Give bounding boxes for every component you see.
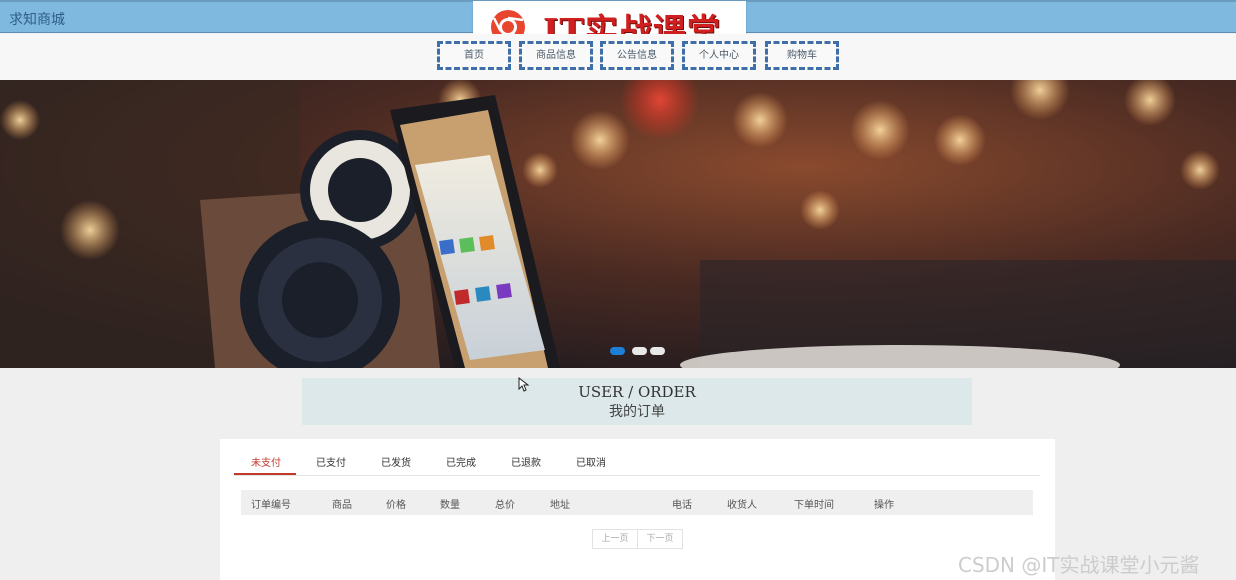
col-quantity: 数量 <box>440 500 460 511</box>
carousel-dot-3[interactable] <box>650 347 665 355</box>
col-address: 地址 <box>550 500 570 511</box>
col-order-time: 下单时间 <box>794 500 834 511</box>
col-phone: 电话 <box>672 500 692 511</box>
carousel-dot-1[interactable] <box>610 347 625 355</box>
col-order-id: 订单编号 <box>251 500 291 511</box>
col-total: 总价 <box>495 500 515 511</box>
carousel-dot-2[interactable] <box>632 347 647 355</box>
orders-panel: 未支付 已支付 已发货 已完成 已退款 已取消 订单编号 商品 价格 数量 总价… <box>220 439 1055 580</box>
nav-products[interactable]: 商品信息 <box>519 41 593 70</box>
section-title: USER / ORDER 我的订单 <box>302 378 972 425</box>
mouse-cursor-icon <box>518 377 530 392</box>
section-title-en: USER / ORDER <box>578 383 696 401</box>
tab-cancelled[interactable]: 已取消 <box>561 454 621 469</box>
section-title-cn: 我的订单 <box>609 404 665 420</box>
col-product: 商品 <box>332 500 352 511</box>
site-name[interactable]: 求知商城 <box>9 9 65 29</box>
banner-carousel[interactable] <box>0 80 1236 368</box>
main-nav: 首页 商品信息 公告信息 个人中心 购物车 <box>0 34 1236 80</box>
banner-image <box>0 80 1236 368</box>
tab-shipped[interactable]: 已发货 <box>366 454 426 469</box>
active-tab-indicator <box>234 473 296 475</box>
col-price: 价格 <box>386 500 406 511</box>
tab-unpaid[interactable]: 未支付 <box>236 454 296 469</box>
watermark: CSDN @IT实战课堂小元酱 <box>958 553 1200 577</box>
tab-completed[interactable]: 已完成 <box>431 454 491 469</box>
col-actions: 操作 <box>874 500 894 511</box>
orders-table-header: 订单编号 商品 价格 数量 总价 地址 电话 收货人 下单时间 操作 <box>241 490 1033 515</box>
nav-cart[interactable]: 购物车 <box>765 41 839 70</box>
prev-page-button[interactable]: 上一页 <box>592 529 638 549</box>
next-page-button[interactable]: 下一页 <box>637 529 683 549</box>
nav-home[interactable]: 首页 <box>437 41 511 70</box>
tab-divider <box>234 475 1040 476</box>
tab-refunded[interactable]: 已退款 <box>496 454 556 469</box>
col-receiver: 收货人 <box>727 500 757 511</box>
nav-announcements[interactable]: 公告信息 <box>600 41 674 70</box>
nav-user-center[interactable]: 个人中心 <box>682 41 756 70</box>
tab-paid[interactable]: 已支付 <box>301 454 361 469</box>
